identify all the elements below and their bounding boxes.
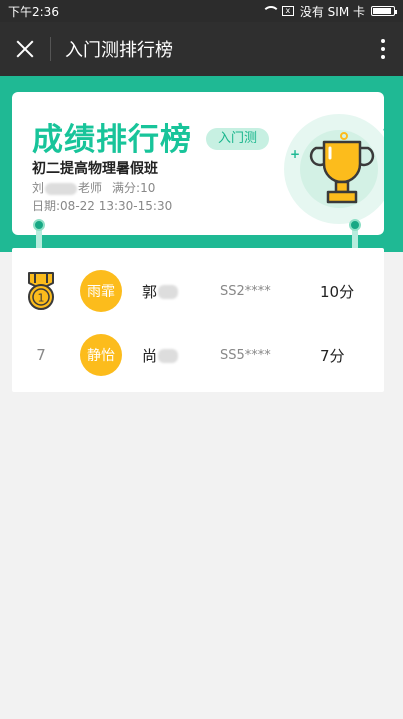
more-dot	[381, 47, 385, 51]
more-dot	[381, 39, 385, 43]
student-name: 尚	[142, 345, 214, 366]
rank-number: 7	[36, 346, 46, 364]
full-score: 满分:10	[112, 181, 156, 195]
more-dot	[381, 55, 385, 59]
no-sim-text: 没有 SIM 卡	[299, 4, 365, 19]
rank-number: 1	[38, 292, 45, 305]
teacher-suffix: 老师	[78, 181, 103, 195]
student-score: 10分	[320, 282, 355, 301]
status-time: 下午2:36	[8, 4, 59, 19]
exam-tag: 入门测	[206, 128, 270, 150]
close-button[interactable]	[0, 22, 50, 76]
status-bar: 下午2:36 x 没有 SIM 卡	[0, 0, 403, 22]
ranking-list: 1 雨霏 郭 SS2**** 10分 7 静怡 尚 SS5**** 7分	[12, 248, 384, 392]
battery-icon	[371, 6, 397, 16]
page-title: 入门测排行榜	[65, 40, 173, 61]
redacted-text	[45, 182, 78, 195]
gold-medal-icon: 1	[28, 272, 54, 310]
trophy-illustration: + +	[284, 114, 384, 224]
ranking-row[interactable]: 7 静怡 尚 SS5**** 7分	[12, 324, 384, 386]
student-id: SS2****	[220, 283, 271, 299]
app-bar-divider	[50, 37, 51, 61]
student-score: 7分	[320, 346, 345, 365]
svg-text:+: +	[382, 122, 384, 138]
student-id: SS5****	[220, 347, 271, 363]
battery-level	[373, 8, 391, 14]
ranking-row[interactable]: 1 雨霏 郭 SS2**** 10分	[12, 260, 384, 322]
teacher-name-prefix: 刘	[32, 181, 45, 195]
app-bar: 入门测排行榜	[0, 22, 403, 76]
connector-dot	[33, 219, 45, 231]
close-icon	[15, 39, 35, 59]
rank-cell: 7	[12, 346, 70, 364]
svg-text:+: +	[290, 147, 300, 161]
more-button[interactable]	[363, 22, 403, 76]
connector-dot	[349, 219, 361, 231]
class-name: 初二提高物理暑假班	[32, 161, 158, 177]
student-name-text: 郭	[142, 282, 158, 301]
avatar: 静怡	[80, 334, 122, 376]
sim-icon: x	[281, 6, 294, 16]
redacted-text	[158, 285, 179, 299]
trophy-icon: + +	[290, 122, 384, 204]
banner-title: 成绩排行榜	[32, 122, 192, 158]
avatar: 雨霏	[80, 270, 122, 312]
status-right: x 没有 SIM 卡	[261, 3, 397, 20]
student-name-text: 尚	[142, 346, 158, 365]
redacted-text	[158, 349, 179, 363]
exam-date: 日期:08-22 13:30-15:30	[32, 199, 173, 213]
student-name: 郭	[142, 281, 214, 302]
teacher-line: 刘 老师 满分:10	[32, 179, 155, 196]
rank-cell: 1	[12, 271, 70, 311]
header-card: 成绩排行榜 入门测 初二提高物理暑假班 刘 老师 满分:10 日期:08-22 13…	[12, 92, 384, 235]
wifi-icon	[261, 6, 280, 16]
